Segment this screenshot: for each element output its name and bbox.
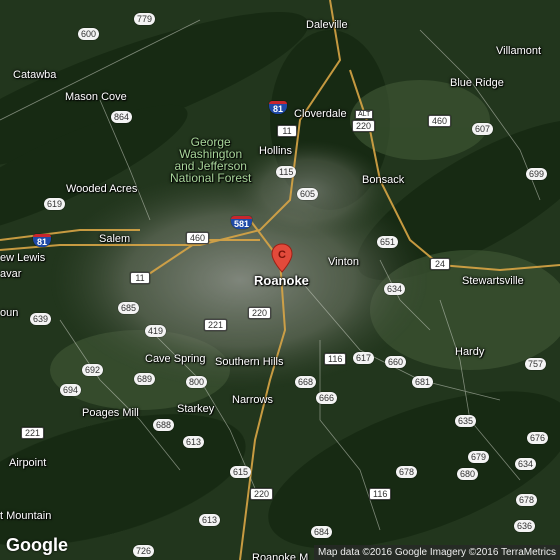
place-mason-cove: Mason Cove — [65, 91, 127, 103]
place-villamont: Villamont — [496, 45, 542, 57]
place-airpoint: Airpoint — [9, 457, 47, 469]
place-poages-mill: Poages Mill — [82, 407, 139, 419]
route-11-shield-2: 11 — [130, 272, 150, 284]
route-757-shield: 757 — [525, 358, 547, 370]
route-678-shield: 678 — [396, 466, 418, 478]
route-419-shield: 419 — [145, 325, 167, 337]
route-116-shield-2: 116 — [369, 488, 392, 500]
route-636-shield: 636 — [514, 520, 536, 532]
route-634-shield-2: 634 — [515, 458, 537, 470]
place-cave-spring: Cave Spring — [145, 353, 206, 365]
place-starkey: Starkey — [177, 403, 215, 415]
route-607-shield: 607 — [472, 123, 494, 135]
route-692-shield: 692 — [82, 364, 104, 376]
map-attribution: Map data ©2016 Google Imagery ©2016 Terr… — [313, 545, 560, 560]
route-699-shield: 699 — [526, 168, 548, 180]
place-wooded-acres: Wooded Acres — [66, 183, 138, 195]
route-651-shield: 651 — [377, 236, 399, 248]
route-685-shield: 685 — [118, 302, 140, 314]
place-hardy: Hardy — [455, 346, 485, 358]
route-460-shield-2: 460 — [186, 232, 210, 244]
route-676-shield: 676 — [527, 432, 549, 444]
route-635-shield: 635 — [455, 415, 477, 427]
location-pin-marker[interactable]: C — [271, 243, 293, 278]
place-catawba: Catawba — [13, 69, 57, 81]
place-new-lewis: ew Lewis — [0, 252, 46, 264]
route-800-shield: 800 — [186, 376, 208, 388]
route-221-shield-2: 221 — [21, 427, 45, 439]
route-619-shield: 619 — [44, 198, 66, 210]
route-11-shield: 11 — [277, 125, 297, 137]
route-613-shield-2: 613 — [199, 514, 221, 526]
place-hollins: Hollins — [259, 145, 293, 157]
place-southern-hills: Southern Hills — [215, 356, 284, 368]
route-115-shield: 115 — [276, 166, 297, 178]
route-220-shield-2: 220 — [248, 307, 272, 319]
place-bonsack: Bonsack — [362, 174, 405, 186]
route-600-shield: 600 — [78, 28, 100, 40]
route-639-shield: 639 — [30, 313, 52, 325]
place-bottom: Roanoke M — [252, 552, 309, 560]
route-660-shield: 660 — [385, 356, 407, 368]
route-220-shield: 220 — [352, 120, 376, 132]
place-salem: Salem — [99, 233, 131, 245]
route-460-shield: 460 — [428, 115, 452, 127]
place-stewartsville: Stewartsville — [462, 275, 524, 287]
map-pin-icon: C — [271, 243, 293, 273]
interstate-581-shield: 581 — [231, 216, 253, 229]
route-605-shield: 605 — [297, 188, 319, 200]
route-617-shield: 617 — [353, 352, 375, 364]
route-668-shield: 668 — [295, 376, 317, 388]
route-220-shield-3: 220 — [250, 488, 274, 500]
route-779-shield: 779 — [134, 13, 156, 25]
forest-line-4: National Forest — [170, 171, 252, 185]
route-726-shield: 726 — [133, 545, 155, 557]
place-bent-mountain: t Mountain — [0, 510, 52, 522]
route-116-shield: 116 — [324, 353, 347, 365]
route-864-shield: 864 — [111, 111, 133, 123]
place-national-forest: George Washington and Jefferson National… — [170, 136, 251, 184]
place-cloverdale: Cloverdale — [294, 108, 347, 120]
place-narrows: Narrows — [232, 394, 273, 406]
place-shavar: avar — [0, 268, 22, 280]
route-681-shield: 681 — [412, 376, 434, 388]
google-logo[interactable]: Google — [6, 535, 68, 556]
route-613-shield: 613 — [183, 436, 205, 448]
satellite-map[interactable]: Daleville Villamont Catawba Blue Ridge M… — [0, 0, 560, 560]
route-679-shield: 679 — [468, 451, 490, 463]
place-blue-ridge: Blue Ridge — [450, 77, 504, 89]
route-666-shield: 666 — [316, 392, 338, 404]
alt-route-tag: ALT — [355, 110, 374, 119]
route-221-shield: 221 — [204, 319, 228, 331]
place-vinton: Vinton — [328, 256, 359, 268]
route-694-shield: 694 — [60, 384, 82, 396]
route-24-shield: 24 — [430, 258, 450, 270]
route-678-shield-2: 678 — [516, 494, 538, 506]
place-daleville: Daleville — [306, 19, 348, 31]
route-615-shield: 615 — [230, 466, 252, 478]
place-goun: oun — [0, 307, 19, 319]
route-684-shield: 684 — [311, 526, 333, 538]
route-688-shield: 688 — [153, 419, 175, 431]
pin-letter: C — [278, 249, 286, 261]
route-634-shield: 634 — [384, 283, 406, 295]
route-680-shield: 680 — [457, 468, 479, 480]
route-689-shield: 689 — [134, 373, 156, 385]
